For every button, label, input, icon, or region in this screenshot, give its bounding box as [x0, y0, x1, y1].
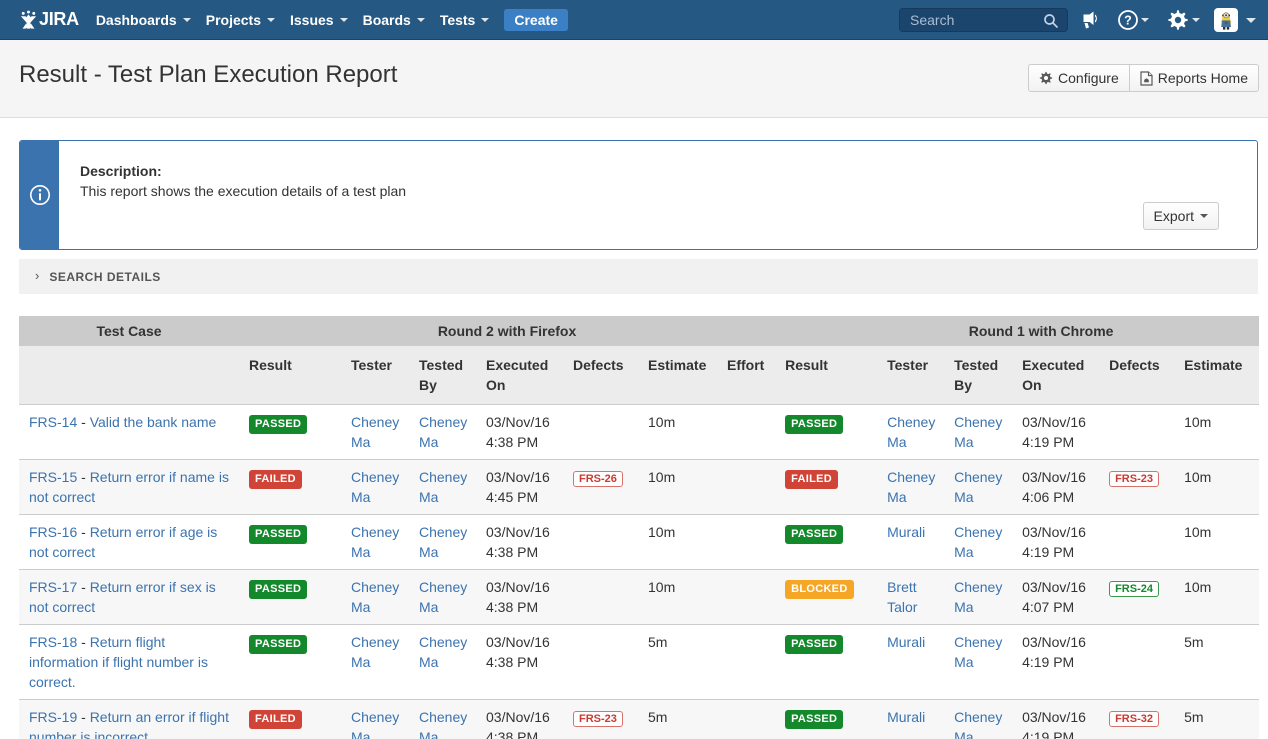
svg-text:?: ? — [1124, 14, 1132, 28]
